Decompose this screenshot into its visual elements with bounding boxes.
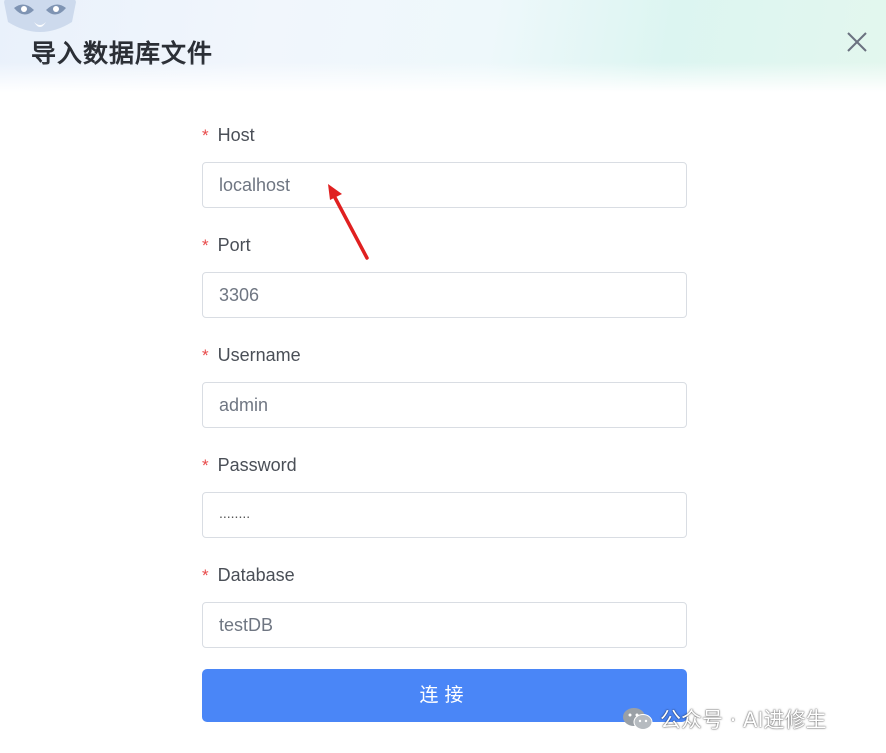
required-mark: *	[202, 456, 209, 475]
required-mark: *	[202, 126, 209, 145]
watermark-text: 公众号 · AI进修生	[660, 708, 827, 732]
port-input[interactable]: 3306	[202, 272, 687, 318]
host-label-text: Host	[217, 125, 255, 145]
annotation-arrow-icon	[328, 184, 369, 260]
connect-button[interactable]: 连接	[202, 669, 687, 722]
wechat-icon	[623, 708, 653, 730]
required-mark: *	[202, 346, 209, 365]
dialog-header: 导入数据库文件	[0, 0, 886, 92]
watermark: 公众号 · AI进修生	[622, 704, 827, 734]
username-label: * Username	[202, 345, 301, 366]
password-label: * Password	[202, 455, 297, 476]
database-input[interactable]: testDB	[202, 602, 687, 648]
database-label: * Database	[202, 565, 295, 586]
dialog-title: 导入数据库文件	[31, 39, 214, 68]
password-label-text: Password	[217, 455, 297, 475]
password-input[interactable]: ........	[202, 492, 687, 538]
port-label-text: Port	[217, 235, 251, 255]
port-label: * Port	[202, 235, 251, 256]
required-mark: *	[202, 236, 209, 255]
host-label: * Host	[202, 125, 255, 146]
username-input[interactable]: admin	[202, 382, 687, 428]
username-label-text: Username	[217, 345, 301, 365]
host-input[interactable]: localhost	[202, 162, 687, 208]
database-label-text: Database	[217, 565, 295, 585]
required-mark: *	[202, 566, 209, 585]
close-icon[interactable]	[843, 28, 871, 56]
